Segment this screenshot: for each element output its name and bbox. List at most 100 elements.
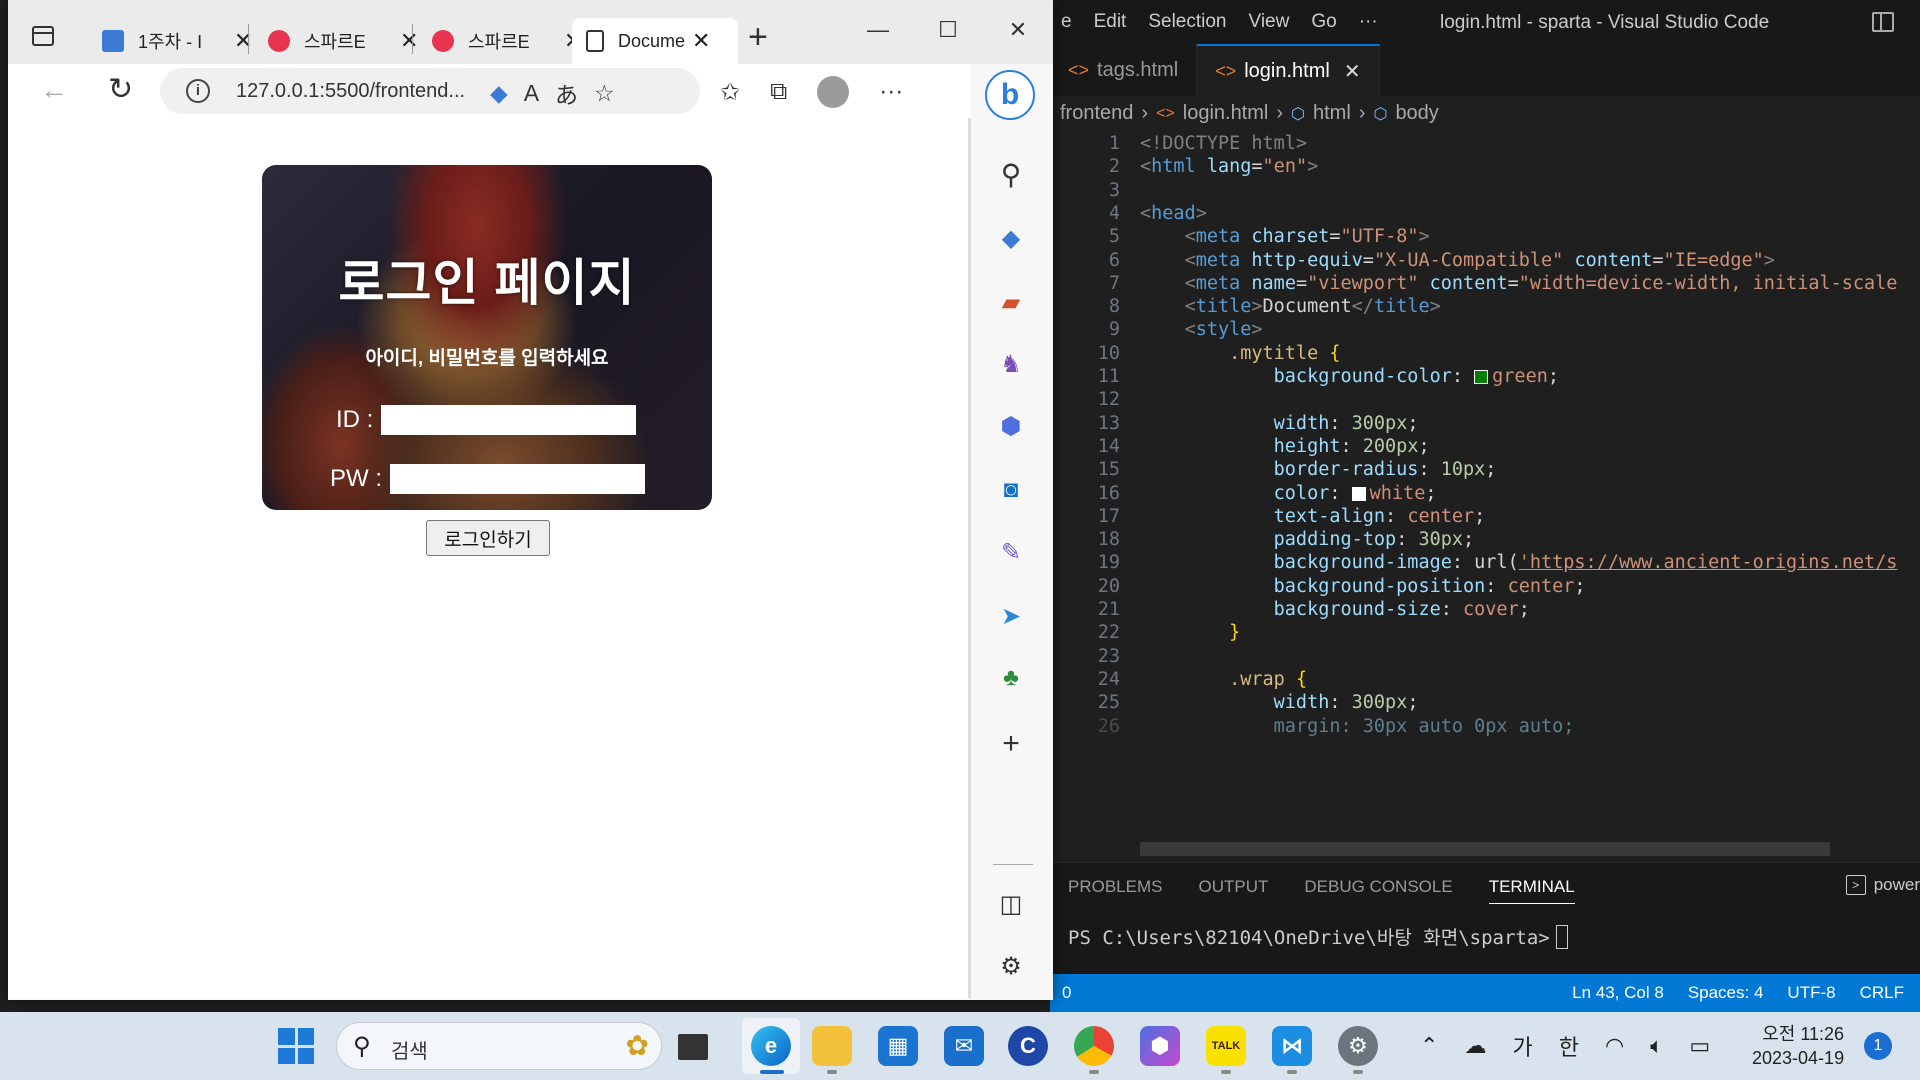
breadcrumb-html[interactable]: html xyxy=(1313,102,1351,125)
css-value: cover xyxy=(1463,599,1519,620)
split-screen-icon[interactable]: ◫ xyxy=(991,884,1031,924)
shopping-tag-icon[interactable]: ◆ xyxy=(991,218,1031,258)
microsoft-365-icon[interactable]: ⬢ xyxy=(991,406,1031,446)
tab-tags-html[interactable]: <> tags.html xyxy=(1050,44,1198,96)
site-info-icon[interactable]: i xyxy=(186,79,210,103)
kakaotalk-icon[interactable]: TALK xyxy=(1206,1026,1246,1066)
copilot-icon[interactable]: b xyxy=(985,70,1035,120)
back-arrow-icon[interactable]: ← xyxy=(40,74,68,106)
menu-go[interactable]: Go xyxy=(1300,11,1347,33)
color-swatch-white[interactable] xyxy=(1351,486,1366,501)
tab-actions-icon[interactable] xyxy=(32,26,54,46)
tab-debug-console[interactable]: DEBUG CONSOLE xyxy=(1304,877,1452,904)
close-tab-icon[interactable]: ✕ xyxy=(1344,59,1361,84)
edge-canary-icon[interactable]: C xyxy=(1008,1026,1048,1066)
close-tab-icon[interactable]: ✕ xyxy=(692,28,710,54)
browser-tab-active[interactable]: Docume ✕ xyxy=(572,18,738,64)
refresh-icon[interactable]: ↻ xyxy=(108,72,133,107)
file-explorer-icon[interactable] xyxy=(812,1026,852,1066)
horizontal-scrollbar[interactable] xyxy=(1140,842,1830,856)
tools-briefcase-icon[interactable]: ▰ xyxy=(991,282,1031,322)
collections-icon[interactable]: ⧉ xyxy=(770,78,787,106)
battery-icon[interactable]: ▭ xyxy=(1689,1033,1710,1059)
volume-icon[interactable]: 🔈︎ xyxy=(1650,1033,1663,1059)
windows-start-icon[interactable] xyxy=(278,1028,314,1064)
settings-icon[interactable]: ⚙ xyxy=(1338,1026,1378,1066)
pw-row: PW : xyxy=(330,464,645,494)
tab-terminal[interactable]: TERMINAL xyxy=(1488,877,1575,904)
copilot-icon[interactable]: ⬢ xyxy=(1140,1026,1180,1066)
new-tab-button[interactable]: + xyxy=(748,18,768,57)
status-problems-count[interactable]: 0 xyxy=(1062,983,1071,1003)
url-text[interactable]: 127.0.0.1:5500/frontend... xyxy=(236,80,465,103)
maximize-icon[interactable]: ☐ xyxy=(913,0,983,60)
browser-tab[interactable]: 스파르E ✕ xyxy=(254,18,418,64)
onedrive-cloud-icon[interactable]: ☁ xyxy=(1464,1033,1486,1059)
login-button[interactable]: 로그인하기 xyxy=(426,520,550,556)
read-aloud-icon[interactable]: A xyxy=(524,80,539,107)
pw-label: PW : xyxy=(330,465,382,492)
css-property: border-radius xyxy=(1273,459,1419,481)
more-options-icon[interactable]: ··· xyxy=(879,78,903,106)
tree-icon[interactable]: ♣ xyxy=(991,658,1031,698)
drop-edit-icon[interactable]: ✎ xyxy=(991,532,1031,572)
games-icon[interactable]: ♞ xyxy=(991,344,1031,384)
breadcrumb-folder[interactable]: frontend xyxy=(1060,102,1133,125)
profile-avatar[interactable] xyxy=(817,76,850,108)
breadcrumb-body[interactable]: body xyxy=(1395,102,1438,125)
chevron-up-icon[interactable]: ⌃ xyxy=(1420,1033,1438,1059)
outlook-icon[interactable]: ◙ xyxy=(991,470,1031,510)
close-tab-icon[interactable]: ✕ xyxy=(234,28,252,54)
ime-mode-indicator[interactable]: 가 xyxy=(1512,1030,1532,1062)
code-editor[interactable]: 1 <!DOCTYPE html> 2 <html lang="en"> 3 4 <h… xyxy=(1050,130,1920,860)
breadcrumb-file[interactable]: login.html xyxy=(1183,102,1269,125)
status-indentation[interactable]: Spaces: 4 xyxy=(1688,983,1764,1003)
task-view-icon[interactable] xyxy=(678,1034,708,1060)
shopping-tag-icon[interactable]: ◆ xyxy=(490,80,508,107)
microsoft-store-icon[interactable]: ▦ xyxy=(878,1026,918,1066)
close-tab-icon[interactable]: ✕ xyxy=(400,28,418,54)
notification-badge[interactable]: 1 xyxy=(1864,1032,1892,1060)
tab-output[interactable]: OUTPUT xyxy=(1198,877,1268,904)
chrome-icon[interactable] xyxy=(1074,1026,1114,1066)
ime-language-indicator[interactable]: 한 xyxy=(1559,1030,1579,1062)
tab-login-html[interactable]: <> login.html ✕ xyxy=(1197,44,1380,96)
search-icon[interactable]: ⚲ xyxy=(991,154,1031,194)
status-eol[interactable]: CRLF xyxy=(1860,983,1904,1003)
css-url-link[interactable]: 'https://www.ancient-origins.net/s xyxy=(1519,552,1898,573)
sparta-heart-icon xyxy=(432,30,454,52)
status-cursor-position[interactable]: Ln 43, Col 8 xyxy=(1572,983,1664,1003)
mail-icon[interactable]: ✉ xyxy=(944,1026,984,1066)
settings-gear-icon[interactable]: ⚙ xyxy=(991,946,1031,986)
taskbar-search[interactable]: ⚲ 검색 ✿ xyxy=(336,1022,662,1070)
send-icon[interactable]: ➤ xyxy=(991,596,1031,636)
browser-tab[interactable]: 1주차 - I ✕ xyxy=(88,18,252,64)
id-input[interactable] xyxy=(381,405,637,435)
browser-tab[interactable]: 스파르E ✕ xyxy=(418,18,582,64)
terminal-selector[interactable]: > power xyxy=(1845,875,1920,895)
add-icon[interactable]: + xyxy=(991,724,1031,764)
tab-problems[interactable]: PROBLEMS xyxy=(1068,877,1162,904)
vscode-icon[interactable]: ⋈ xyxy=(1272,1026,1312,1066)
menu-more[interactable]: ··· xyxy=(1348,11,1389,33)
taskbar-clock[interactable]: 오전 11:26 2023-04-19 xyxy=(1752,1022,1844,1070)
status-encoding[interactable]: UTF-8 xyxy=(1787,983,1835,1003)
address-bar[interactable]: i 127.0.0.1:5500/frontend... ◆ A あ ☆ xyxy=(160,68,700,114)
chevron-right-icon: › xyxy=(1276,102,1284,124)
menu-edit[interactable]: Edit xyxy=(1083,11,1138,33)
favorites-icon[interactable]: ✩ xyxy=(720,78,740,107)
color-swatch-green[interactable] xyxy=(1474,370,1489,384)
document-icon xyxy=(586,30,604,52)
menu-selection[interactable]: Selection xyxy=(1137,11,1237,33)
wifi-icon[interactable]: ◠ xyxy=(1605,1033,1624,1059)
menu-file-partial[interactable]: e xyxy=(1050,11,1083,33)
translate-icon[interactable]: あ xyxy=(555,76,578,110)
toggle-sidebar-layout-icon[interactable] xyxy=(1872,12,1894,32)
minimize-icon[interactable]: — xyxy=(843,0,913,60)
add-favorite-icon[interactable]: ☆ xyxy=(594,80,615,107)
edge-icon[interactable]: e xyxy=(751,1026,791,1066)
terminal[interactable]: PS C:\Users\82104\OneDrive\바탕 화면\sparta> xyxy=(1068,923,1568,950)
pw-input[interactable] xyxy=(390,464,645,494)
close-window-icon[interactable]: ✕ xyxy=(983,0,1053,60)
menu-view[interactable]: View xyxy=(1238,11,1301,33)
